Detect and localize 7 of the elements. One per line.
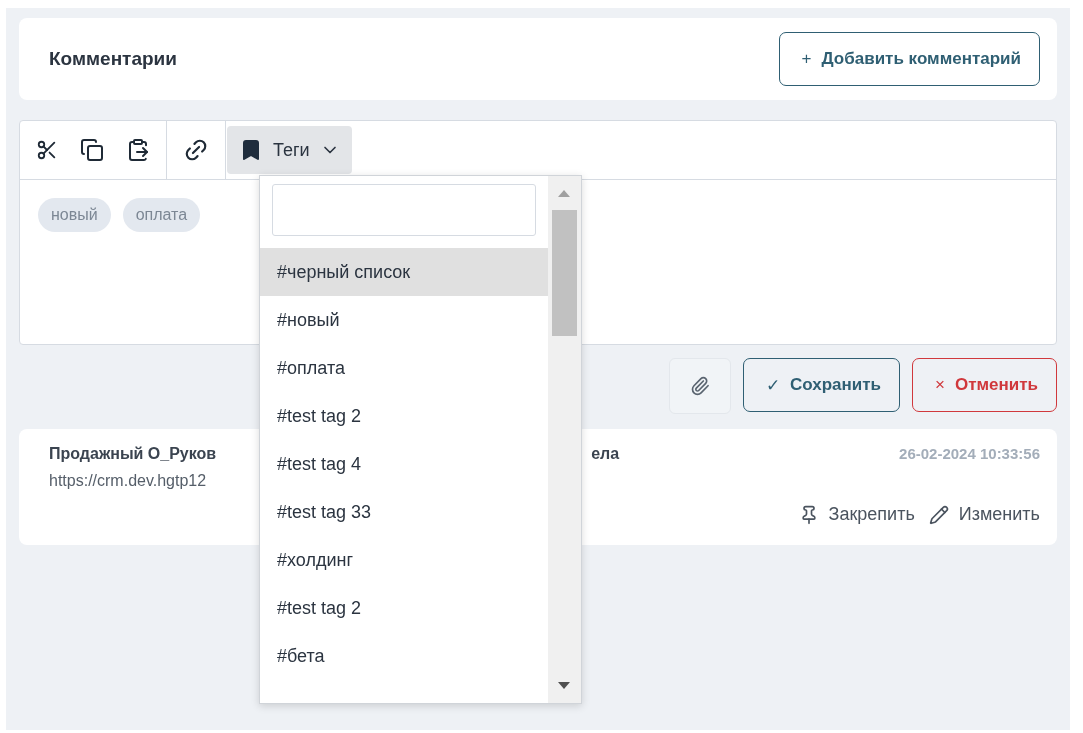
comment-text: https://crm.dev.hgtp12: [49, 472, 208, 490]
comment-date: 26-02-2024 10:33:56: [899, 445, 1040, 463]
comment-author: Продажный О_Руков: [49, 445, 217, 463]
comment-author: ела: [591, 445, 620, 463]
section-title: Комментарии: [49, 48, 177, 70]
tag-chip: оплата: [122, 198, 201, 232]
tag-chip: новый: [38, 198, 111, 232]
